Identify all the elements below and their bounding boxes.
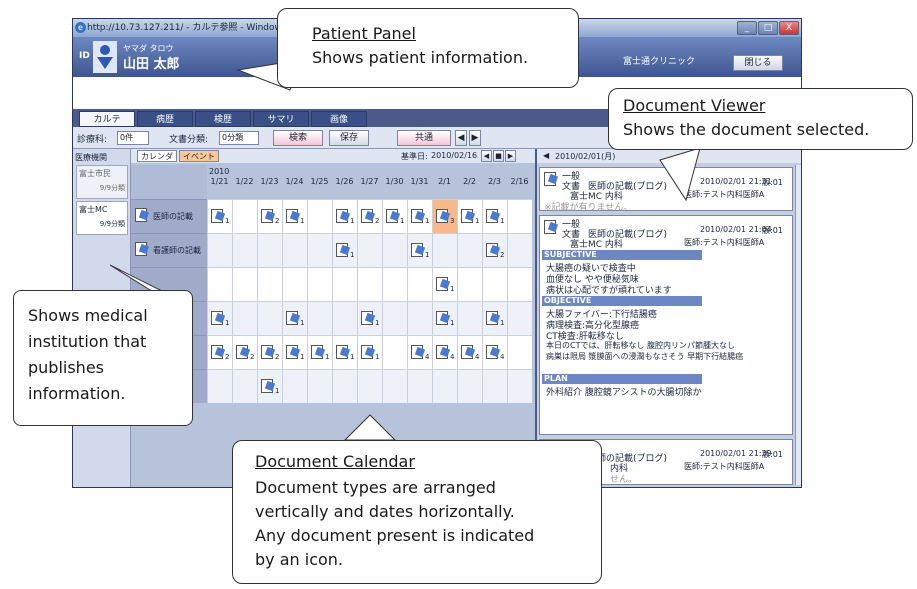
document-calendar-callout: Document Calendar Document types are arr… [232,440,602,584]
callout-line: vertically and dates horizontally. [255,502,515,521]
callout-text: Shows patient information. [312,48,529,67]
callout-text: Shows the document selected. [623,120,870,139]
callout-title: Patient Panel [312,24,416,43]
document-viewer-callout: Document Viewer Shows the document selec… [608,88,913,150]
callout-title: Document Viewer [623,96,766,115]
callout-line: by an icon. [255,550,343,569]
callout-line: publishes [28,358,104,377]
institution-callout: Shows medical institution that publishes… [13,290,193,426]
callout-line: Any document present is indicated [255,526,535,545]
callout-line: information. [28,384,126,403]
callout-line: Document types are arranged [255,478,496,497]
patient-panel-callout: Patient Panel Shows patient information. [277,8,579,88]
callout-line: Shows medical [28,306,148,325]
callout-line: institution that [28,332,147,351]
callout-title: Document Calendar [255,452,415,471]
